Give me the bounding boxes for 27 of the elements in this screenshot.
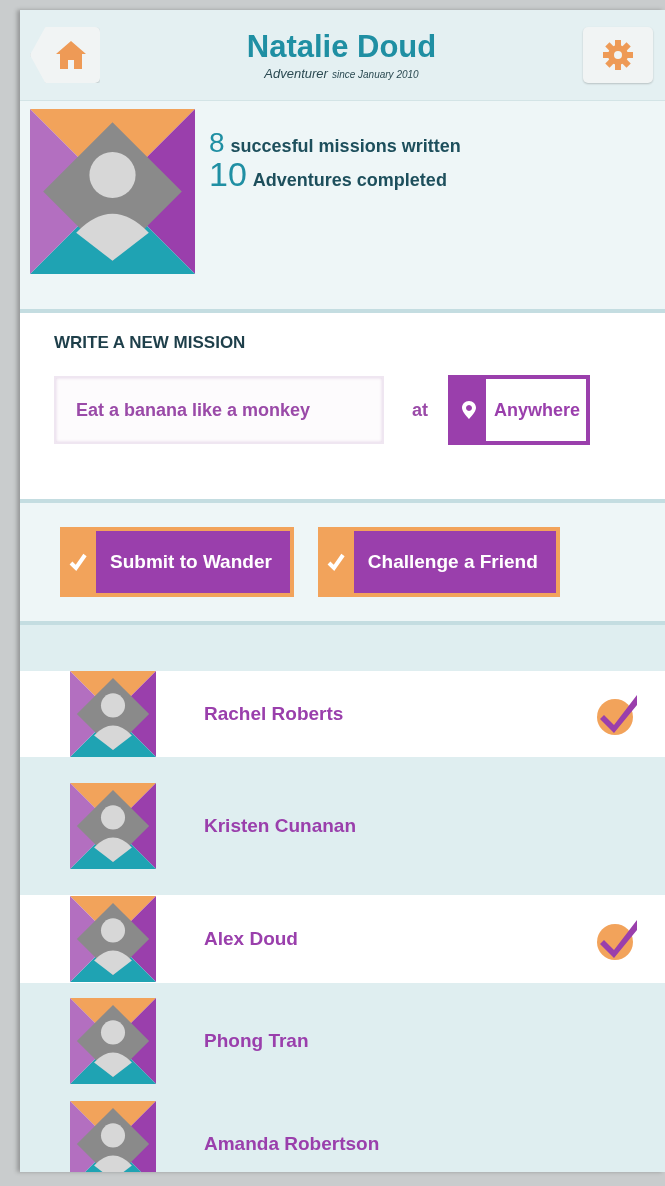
friend-name: Rachel Roberts (204, 703, 345, 725)
mission-input-field[interactable]: Eat a banana like a monkey (54, 376, 384, 444)
location-button[interactable]: Anywhere (448, 375, 591, 445)
home-button[interactable] (30, 27, 100, 83)
profile-name: Natalie Doud (246, 29, 437, 65)
home-icon (54, 39, 88, 71)
friend-name: Phong Tran (204, 1030, 310, 1052)
settings-icon (602, 39, 634, 71)
friend-row[interactable]: Amanda Robertson (20, 1099, 665, 1172)
location-pin-icon (462, 401, 476, 419)
friend-row[interactable]: Phong Tran (20, 983, 665, 1099)
option-toggle-button[interactable]: Submit to Wander (60, 527, 294, 597)
stat-label: succesful missions written (230, 136, 461, 157)
friend-row[interactable]: Kristen Cunanan (20, 757, 665, 895)
stat-count: 10 (209, 157, 247, 191)
profile-subtitle: Adventurer since January 2010 (264, 66, 419, 81)
friend-name: Amanda Robertson (204, 1133, 381, 1155)
friend-row[interactable]: Alex Doud (20, 895, 665, 983)
connector-text: at (412, 399, 428, 421)
section-heading: WRITE A NEW MISSION (54, 333, 247, 353)
settings-button[interactable] (583, 27, 653, 83)
option-toggle-button[interactable]: Challenge a Friend (317, 527, 560, 597)
stat-count: 8 (209, 129, 225, 157)
friend-row[interactable]: Rachel Roberts (20, 671, 665, 757)
friend-name: Alex Doud (204, 928, 299, 950)
friend-name: Kristen Cunanan (204, 815, 358, 837)
stat-label: Adventures completed (252, 170, 447, 191)
